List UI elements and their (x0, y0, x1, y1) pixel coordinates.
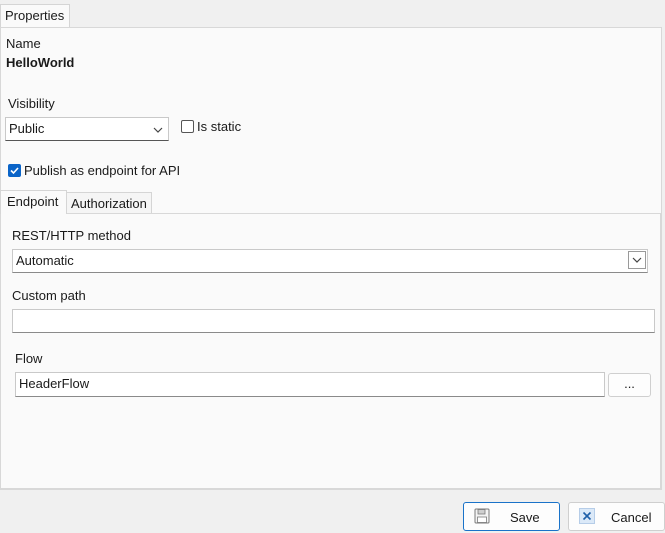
tab-properties-label: Properties (5, 8, 65, 23)
close-icon (579, 508, 595, 524)
tab-properties[interactable]: Properties (0, 4, 70, 28)
tab-authorization-label: Authorization (71, 196, 147, 211)
flow-browse-button[interactable]: ... (608, 373, 651, 397)
flow-value: HeaderFlow (19, 376, 90, 391)
method-dropdown-button[interactable] (628, 251, 646, 269)
tab-authorization[interactable]: Authorization (66, 192, 152, 214)
method-select[interactable]: Automatic (12, 249, 648, 273)
visibility-label: Visibility (8, 96, 55, 111)
flow-input[interactable]: HeaderFlow (15, 372, 605, 397)
name-label: Name (6, 36, 41, 51)
visibility-selected: Public (9, 121, 45, 136)
chevron-down-icon (632, 257, 642, 263)
cancel-button[interactable]: Cancel (568, 502, 665, 531)
save-button[interactable]: Save (463, 502, 560, 531)
cancel-label: Cancel (611, 510, 652, 525)
chevron-down-icon (153, 127, 163, 133)
name-value: HelloWorld (6, 55, 75, 70)
method-label: REST/HTTP method (12, 228, 131, 243)
is-static-checkbox[interactable] (181, 120, 194, 133)
flow-browse-label: ... (624, 376, 635, 391)
publish-label: Publish as endpoint for API (24, 163, 181, 178)
checkmark-icon (10, 167, 19, 175)
custom-path-input[interactable] (12, 309, 655, 333)
custom-path-label: Custom path (12, 288, 86, 303)
method-selected: Automatic (16, 253, 74, 268)
is-static-label: Is static (197, 119, 242, 134)
flow-label: Flow (15, 351, 43, 366)
save-label: Save (510, 510, 540, 525)
save-icon (474, 508, 490, 524)
tab-endpoint-label: Endpoint (7, 194, 59, 209)
visibility-select[interactable]: Public (5, 117, 169, 141)
tab-endpoint[interactable]: Endpoint (0, 190, 67, 214)
publish-checkbox[interactable] (8, 164, 21, 177)
